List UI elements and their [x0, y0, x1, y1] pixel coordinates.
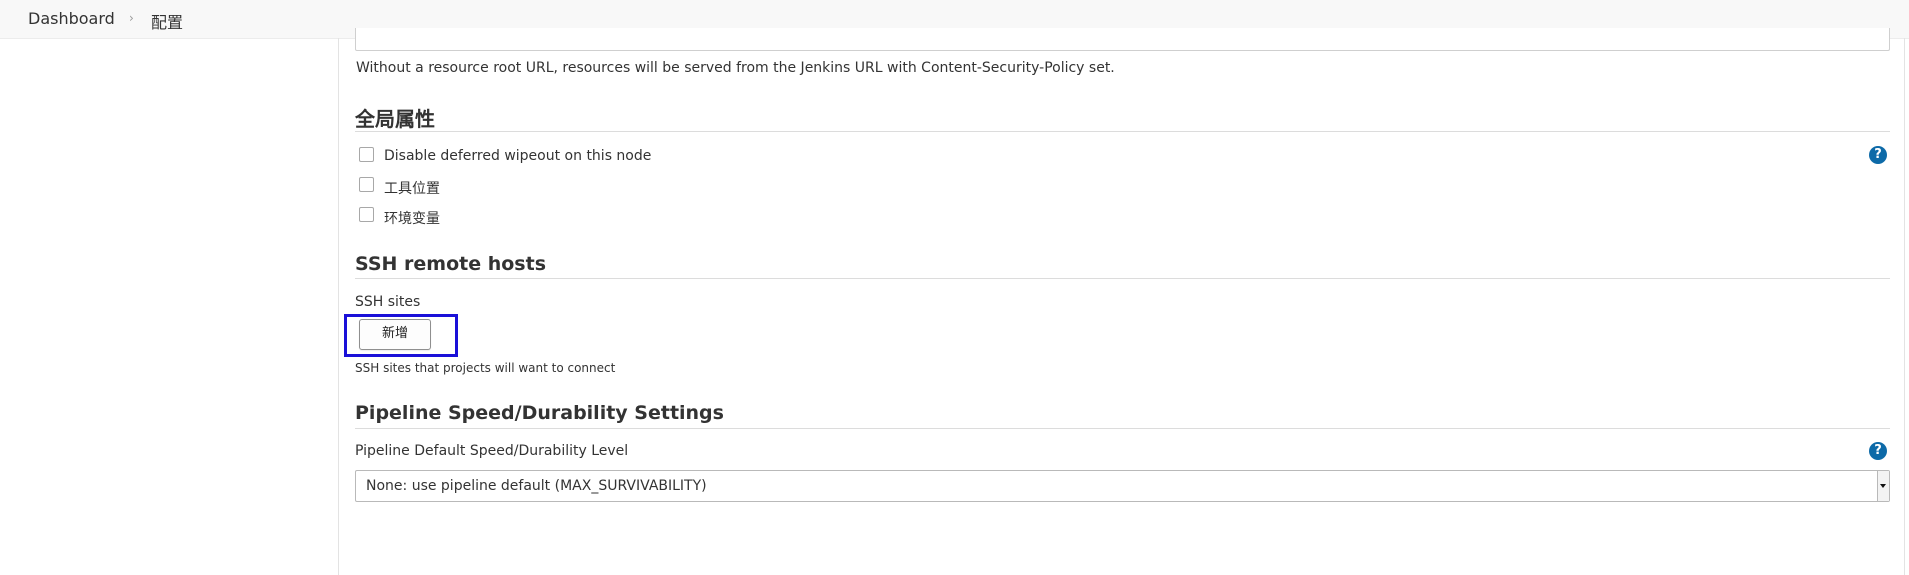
ssh-sites-label: SSH sites [355, 294, 421, 310]
breadcrumb-config[interactable]: 配置 [151, 9, 183, 33]
ssh-remote-hosts-title: SSH remote hosts [355, 253, 547, 275]
disable-deferred-wipeout-checkbox[interactable] [359, 147, 374, 162]
help-icon[interactable]: ? [1869, 442, 1887, 460]
global-properties-title: 全局属性 [355, 107, 435, 131]
pipeline-durability-label: Pipeline Default Speed/Durability Level [355, 443, 629, 459]
pipeline-durability-title: Pipeline Speed/Durability Settings [355, 402, 724, 424]
chevron-down-icon[interactable] [1877, 471, 1889, 501]
checkbox-label[interactable]: 工具位置 [384, 178, 440, 198]
side-panel-divider [338, 38, 339, 575]
resource-root-help-text: Without a resource root URL, resources w… [356, 60, 1115, 76]
environment-variables-checkbox[interactable] [359, 207, 374, 222]
checkbox-label[interactable]: 环境变量 [384, 208, 440, 228]
resource-root-url-input[interactable] [355, 28, 1890, 51]
select-value: None: use pipeline default (MAX_SURVIVAB… [366, 478, 707, 494]
section-divider [355, 278, 1890, 279]
tool-locations-checkbox[interactable] [359, 177, 374, 192]
config-form: Without a resource root URL, resources w… [344, 28, 1890, 575]
add-ssh-site-button[interactable]: 新增 [359, 319, 431, 350]
breadcrumb-separator-icon: › [129, 11, 134, 25]
scrollbar-track[interactable] [1904, 38, 1905, 575]
breadcrumb-dashboard-link[interactable]: Dashboard [28, 9, 115, 28]
section-divider [355, 428, 1890, 429]
pipeline-durability-select[interactable]: None: use pipeline default (MAX_SURVIVAB… [355, 470, 1890, 502]
section-divider [355, 131, 1890, 132]
ssh-sites-help-text: SSH sites that projects will want to con… [355, 361, 616, 375]
help-icon[interactable]: ? [1869, 146, 1887, 164]
checkbox-label[interactable]: Disable deferred wipeout on this node [384, 148, 651, 164]
